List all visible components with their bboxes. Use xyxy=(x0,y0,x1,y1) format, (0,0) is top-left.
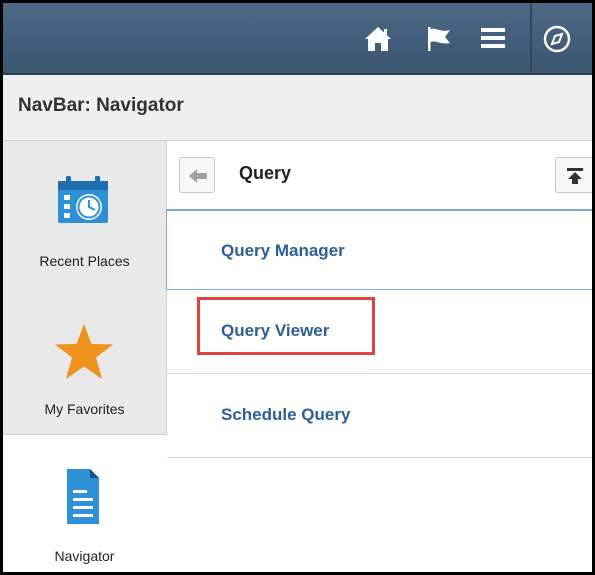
sidebar-item-label: Navigator xyxy=(54,548,115,564)
sidebar-item-label: Recent Places xyxy=(39,253,130,269)
list-item-schedule-query[interactable]: Schedule Query xyxy=(167,374,592,458)
toolbar-separator xyxy=(530,3,532,73)
folder-item-list: Query Manager Query Viewer Schedule Quer… xyxy=(166,209,592,458)
list-item-label[interactable]: Query Manager xyxy=(221,241,345,261)
folder-title: Query xyxy=(239,163,292,183)
home-icon[interactable] xyxy=(363,25,393,58)
app-frame: NavBar: Navigator Recent Places My Favor… xyxy=(0,0,595,575)
navigator-panel: Query Query Manager Query Viewer Schedul… xyxy=(166,141,592,572)
document-icon xyxy=(67,469,99,524)
scroll-to-top-button[interactable] xyxy=(555,157,592,193)
scroll-top-icon xyxy=(567,168,583,184)
list-item-label[interactable]: Query Viewer xyxy=(221,321,329,341)
menu-icon[interactable] xyxy=(481,25,505,56)
list-item-query-viewer[interactable]: Query Viewer xyxy=(167,290,592,374)
list-item-label[interactable]: Schedule Query xyxy=(221,405,350,425)
flag-icon[interactable] xyxy=(426,25,454,58)
back-button[interactable] xyxy=(179,157,215,193)
navbar-sidebar: Recent Places My Favorites Navigator xyxy=(3,141,167,572)
back-arrow-icon xyxy=(189,169,207,183)
compass-icon[interactable] xyxy=(541,25,581,58)
folder-header: Query xyxy=(167,141,592,209)
top-banner xyxy=(3,3,592,75)
calendar-clock-icon xyxy=(58,176,108,223)
sidebar-item-recent-places[interactable]: Recent Places xyxy=(3,141,166,287)
star-icon xyxy=(55,324,113,379)
navbar-title: NavBar: Navigator xyxy=(18,95,184,116)
sidebar-item-label: My Favorites xyxy=(44,401,125,417)
list-item-query-manager[interactable]: Query Manager xyxy=(166,209,592,290)
sidebar-item-my-favorites[interactable]: My Favorites xyxy=(3,287,166,435)
sidebar-item-navigator[interactable]: Navigator xyxy=(3,435,167,572)
navbar-title-bar: NavBar: Navigator xyxy=(3,75,592,141)
